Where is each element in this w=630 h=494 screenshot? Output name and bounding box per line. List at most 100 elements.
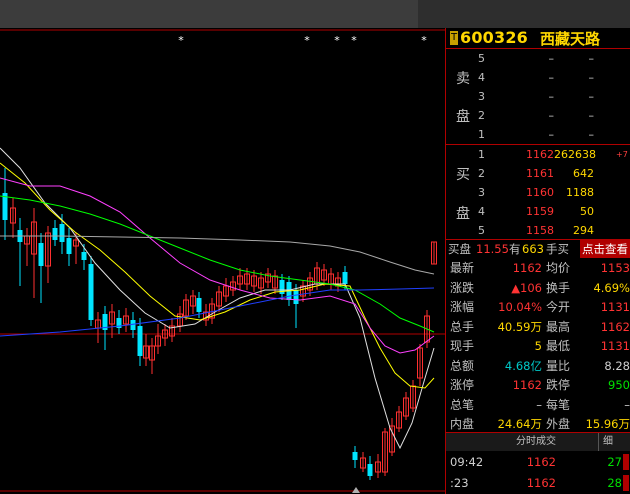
event-marker-icon: *	[304, 34, 310, 47]
level-volume: 1188	[566, 186, 594, 199]
kline-chart[interactable]: * * * * *	[0, 28, 445, 494]
sell-level-2[interactable]: 2 – –	[446, 106, 630, 125]
stat-value: 950	[608, 378, 630, 392]
trade-price: 1162	[526, 476, 556, 490]
level-volume: 642	[573, 167, 594, 180]
ma-line-green	[0, 195, 435, 333]
buy-level-5[interactable]: 5 1158 294	[446, 221, 630, 240]
event-marker-icon: *	[351, 34, 357, 47]
stat-value: –	[624, 397, 630, 412]
stat-value: 1162	[512, 378, 542, 392]
candle-body	[59, 224, 65, 242]
level-number: 1	[478, 128, 485, 141]
buy-pan-unit: 手买	[546, 242, 569, 256]
stats-row: 总手 40.59万 最高 1162	[446, 318, 630, 338]
sell-level-5[interactable]: 5 – –	[446, 49, 630, 68]
trade-volume: 28	[607, 476, 622, 490]
stat-value: 1153	[600, 261, 630, 275]
stat-value: ▲106	[511, 280, 542, 295]
event-marker-icon: *	[178, 34, 184, 47]
stat-label: 现手	[450, 339, 475, 353]
quote-panel: T 600326 西藏天路 卖 盘 5– –4– –3– –2– –1– – 买 盘 11…	[446, 28, 630, 494]
buy-pan-label: 买盘	[448, 242, 471, 256]
stat-value: 1162	[600, 319, 630, 334]
level-price: 1160	[526, 186, 554, 199]
stat-label: 跌停	[546, 378, 571, 392]
level-volume: –	[588, 71, 595, 84]
buy-level-4[interactable]: 4 1159 50	[446, 202, 630, 221]
cursor-marker-icon	[352, 487, 360, 493]
stat-label: 最高	[546, 319, 571, 334]
sell-level-1[interactable]: 1 – –	[446, 125, 630, 144]
level-number: 1	[478, 148, 485, 161]
trade-flag	[623, 475, 629, 491]
level-price: 1158	[526, 224, 554, 237]
level-number: 2	[478, 109, 485, 122]
buy-pan-line: 买盘 11.55 有 663 手买 点击查看	[446, 240, 630, 258]
trades-tab-bar: 分时成交 细	[446, 433, 630, 451]
level-price: 1162	[526, 148, 554, 161]
candle-body	[137, 326, 143, 356]
sell-level-3[interactable]: 3 – –	[446, 87, 630, 106]
level-number: 3	[478, 186, 485, 199]
buy-level-2[interactable]: 2 1161 642	[446, 164, 630, 183]
stat-label: 量比	[546, 358, 571, 373]
stat-value: 4.68亿	[504, 358, 542, 373]
trade-row[interactable]: 09:42 1162 27	[446, 452, 630, 472]
buy-level-1[interactable]: 1 1162 262638 +7	[446, 145, 630, 164]
trade-volume: 27	[607, 455, 622, 469]
level-number: 3	[478, 90, 485, 103]
level-price: –	[548, 109, 555, 122]
trade-flag	[623, 454, 629, 470]
buy-level-3[interactable]: 3 1160 1188	[446, 183, 630, 202]
sell-level-4[interactable]: 4 – –	[446, 68, 630, 87]
tab-time-trades[interactable]: 分时成交	[516, 433, 556, 451]
candle-body	[88, 264, 94, 320]
candle-body	[81, 252, 87, 260]
candle-body	[293, 290, 299, 304]
candle-body	[196, 298, 202, 312]
stats-grid: 最新 1162 均价 1153 涨跌 ▲106 换手 4.69% 涨幅 10.04% 今开 1131 总…	[446, 259, 630, 435]
view-details-button[interactable]: 点击查看	[580, 240, 630, 258]
level-price: 1159	[526, 205, 554, 218]
stock-flag: T	[450, 31, 458, 45]
level-volume: 294	[573, 224, 594, 237]
level-number: 5	[478, 52, 485, 65]
buy-pan-value: 11.55	[476, 242, 509, 256]
ma-line-gray	[0, 235, 435, 275]
stat-value: 8.28	[604, 358, 630, 373]
stat-label: 最新	[450, 261, 475, 275]
tab-detail[interactable]: 细	[598, 433, 617, 451]
event-marker-icon: *	[421, 34, 427, 47]
event-marker-icon: *	[334, 34, 340, 47]
stock-code: 600326	[460, 28, 528, 47]
stat-label: 涨跌	[450, 280, 475, 295]
trade-row[interactable]: :23 1162 28	[446, 473, 630, 493]
stat-label: 均价	[546, 261, 571, 275]
level-number: 4	[478, 71, 485, 84]
chart-toolbar	[0, 0, 418, 28]
stock-header[interactable]: T 600326 西藏天路	[446, 28, 630, 48]
stats-row: 最新 1162 均价 1153	[446, 259, 630, 279]
level-price: –	[548, 128, 555, 141]
stat-value: 1162	[512, 261, 542, 275]
buy-pan-has: 有	[509, 242, 521, 256]
level-volume: –	[588, 52, 595, 65]
stat-label: 总额	[450, 358, 475, 373]
stat-value: 4.69%	[593, 280, 630, 295]
stat-label: 最低	[546, 339, 571, 353]
stat-label: 涨停	[450, 378, 475, 392]
level-volume: –	[588, 90, 595, 103]
stats-row: 总额 4.68亿 量比 8.28	[446, 357, 630, 377]
candle-body	[38, 243, 44, 266]
level-change: +7	[616, 150, 628, 159]
stats-row: 涨幅 10.04% 今开 1131	[446, 298, 630, 318]
stat-value: 1131	[600, 300, 630, 314]
trade-time: 09:42	[450, 455, 484, 469]
stock-name: 西藏天路	[540, 30, 601, 48]
buy-pan-count: 663	[522, 242, 544, 256]
stat-value: –	[536, 397, 542, 412]
stats-row: 总笔 – 每笔 –	[446, 396, 630, 416]
level-number: 4	[478, 205, 485, 218]
window-top-bar	[0, 0, 630, 28]
